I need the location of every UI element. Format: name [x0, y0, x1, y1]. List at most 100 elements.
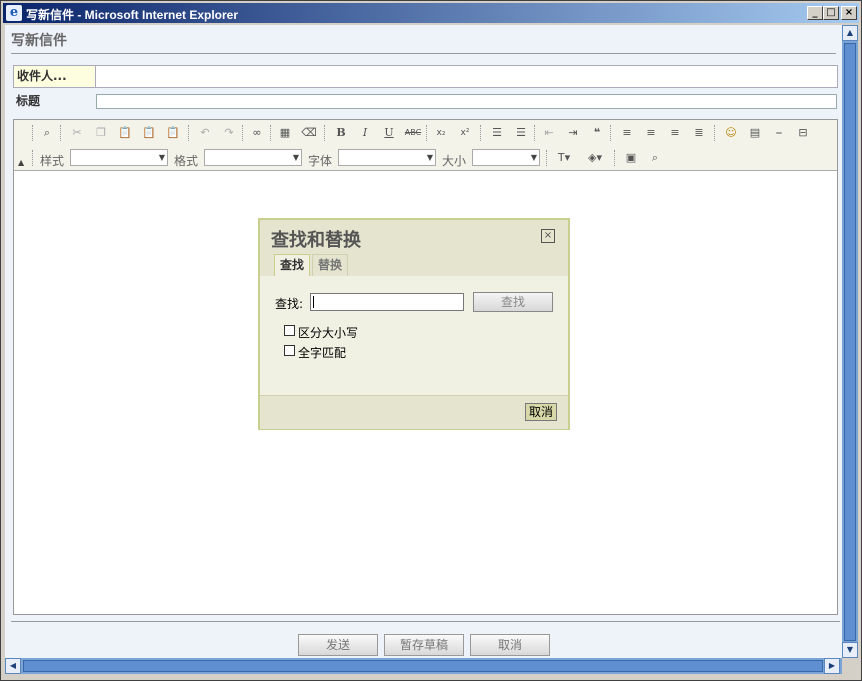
find-input[interactable]: [310, 293, 464, 311]
font-select[interactable]: ▼: [338, 149, 436, 166]
text-caret: [313, 296, 314, 308]
align-left-icon[interactable]: ≡: [618, 124, 636, 142]
find-label: 查找:: [275, 297, 304, 311]
italic-icon[interactable]: I: [356, 124, 374, 142]
title-divider: [11, 53, 836, 54]
align-right-icon[interactable]: ≡: [666, 124, 684, 142]
paste-icon[interactable]: 📋: [116, 124, 134, 142]
toolbar-separator: [188, 125, 191, 141]
paste-word-icon[interactable]: 📋: [164, 124, 182, 142]
whole-word-checkbox[interactable]: [284, 345, 295, 356]
browser-window: e 写新信件 - Microsoft Internet Explorer _ □…: [0, 0, 862, 681]
redo-icon[interactable]: ↷: [220, 124, 238, 142]
toolbar-separator: [324, 125, 327, 141]
whole-word-label: 全字匹配: [298, 346, 347, 360]
dialog-cancel-button[interactable]: 取消: [525, 403, 557, 421]
background-color-icon[interactable]: ◈▾: [582, 149, 608, 167]
size-select[interactable]: ▼: [472, 149, 540, 166]
preview-icon[interactable]: ⌕: [38, 124, 56, 142]
find-replace-dialog: 查找和替换 × 查找 替换 查找: 查找 区分大小写 全字匹配 取消: [258, 218, 570, 430]
align-center-icon[interactable]: ≡: [642, 124, 660, 142]
toolbar-separator: [32, 125, 35, 141]
toolbar-separator: [614, 150, 617, 166]
scroll-left-icon[interactable]: ◀: [5, 658, 21, 674]
scrollbar-corner: [842, 658, 858, 674]
page-title: 写新信件: [11, 33, 67, 49]
recipient-field[interactable]: [98, 69, 835, 84]
style-select[interactable]: ▼: [70, 149, 168, 166]
chevron-down-icon: ▼: [530, 153, 537, 162]
recipient-button[interactable]: 收件人...: [14, 66, 96, 87]
editor-bottom-border: [11, 621, 840, 622]
recipient-row: 收件人...: [13, 65, 838, 88]
toolbar-separator: [480, 125, 483, 141]
match-case-checkbox[interactable]: [284, 325, 295, 336]
horizontal-scroll-thumb[interactable]: [23, 660, 823, 672]
size-label: 大小: [442, 154, 467, 168]
maximize-editor-icon[interactable]: ▣: [622, 149, 640, 167]
window-title: 写新信件 - Microsoft Internet Explorer: [26, 8, 239, 22]
style-label: 样式: [40, 154, 65, 168]
show-blocks-icon[interactable]: ⌕: [646, 149, 664, 167]
subject-label: 标题: [16, 94, 41, 108]
text-color-icon[interactable]: T▾: [552, 149, 576, 167]
outdent-icon[interactable]: ⇤: [540, 124, 558, 142]
cancel-button[interactable]: 取消: [470, 634, 550, 656]
cut-icon[interactable]: ✂: [68, 124, 86, 142]
bold-icon[interactable]: B: [332, 124, 350, 142]
table-icon[interactable]: ▤: [746, 124, 764, 142]
toolbar-separator: [546, 150, 549, 166]
scroll-down-icon[interactable]: ▼: [842, 642, 858, 658]
numbered-list-icon[interactable]: ☰: [488, 124, 506, 142]
blockquote-icon[interactable]: ❝: [588, 124, 606, 142]
page-break-icon[interactable]: ⊟: [794, 124, 812, 142]
chevron-down-icon: ▼: [292, 153, 299, 162]
subscript-icon[interactable]: x₂: [432, 124, 450, 142]
toolbar-separator: [534, 125, 537, 141]
collapse-toolbar-icon[interactable]: ▲: [18, 158, 24, 167]
dialog-title: 查找和替换: [271, 230, 361, 251]
copy-icon[interactable]: ❐: [92, 124, 110, 142]
underline-icon[interactable]: U: [380, 124, 398, 142]
scroll-up-icon[interactable]: ▲: [842, 25, 858, 41]
vertical-scroll-thumb[interactable]: [844, 43, 856, 641]
indent-icon[interactable]: ⇥: [564, 124, 582, 142]
internet-explorer-icon: e: [6, 5, 22, 21]
minimize-button[interactable]: _: [807, 6, 823, 20]
select-all-icon[interactable]: ▦: [276, 124, 294, 142]
undo-icon[interactable]: ↶: [196, 124, 214, 142]
bulleted-list-icon[interactable]: ☰: [512, 124, 530, 142]
horizontal-rule-icon[interactable]: ⎯: [770, 124, 788, 142]
toolbar-separator: [60, 125, 63, 141]
send-button[interactable]: 发送: [298, 634, 378, 656]
find-binoculars-icon[interactable]: ∞: [248, 124, 266, 142]
subject-row: 标题: [13, 91, 838, 114]
toolbar-separator: [714, 125, 717, 141]
dialog-footer: 取消: [260, 395, 568, 429]
font-label: 字体: [308, 154, 333, 168]
chevron-down-icon: ▼: [426, 153, 433, 162]
close-icon[interactable]: ×: [541, 229, 555, 243]
scroll-right-icon[interactable]: ▶: [824, 658, 840, 674]
align-justify-icon[interactable]: ≣: [690, 124, 708, 142]
chevron-down-icon: ▼: [158, 153, 165, 162]
subject-field[interactable]: [96, 94, 837, 109]
strikethrough-icon[interactable]: ABC: [404, 124, 422, 142]
match-case-label: 区分大小写: [298, 326, 359, 340]
paste-text-icon[interactable]: 📋: [140, 124, 158, 142]
maximize-button[interactable]: □: [823, 6, 839, 20]
dialog-header: 查找和替换 × 查找 替换: [260, 220, 568, 276]
title-bar: e 写新信件 - Microsoft Internet Explorer _ □…: [3, 3, 859, 23]
save-draft-button[interactable]: 暂存草稿: [384, 634, 464, 656]
tab-find[interactable]: 查找: [274, 254, 311, 276]
close-window-button[interactable]: ×: [841, 6, 857, 20]
remove-format-icon[interactable]: ⌫: [300, 124, 318, 142]
find-button[interactable]: 查找: [473, 292, 553, 312]
horizontal-scrollbar[interactable]: ◀ ▶: [5, 658, 842, 674]
superscript-icon[interactable]: x²: [456, 124, 474, 142]
tab-replace[interactable]: 替换: [312, 254, 349, 276]
format-select[interactable]: ▼: [204, 149, 302, 166]
toolbar-separator: [610, 125, 613, 141]
smiley-icon[interactable]: ☺: [722, 124, 740, 142]
vertical-scrollbar[interactable]: ▲ ▼: [842, 25, 858, 658]
